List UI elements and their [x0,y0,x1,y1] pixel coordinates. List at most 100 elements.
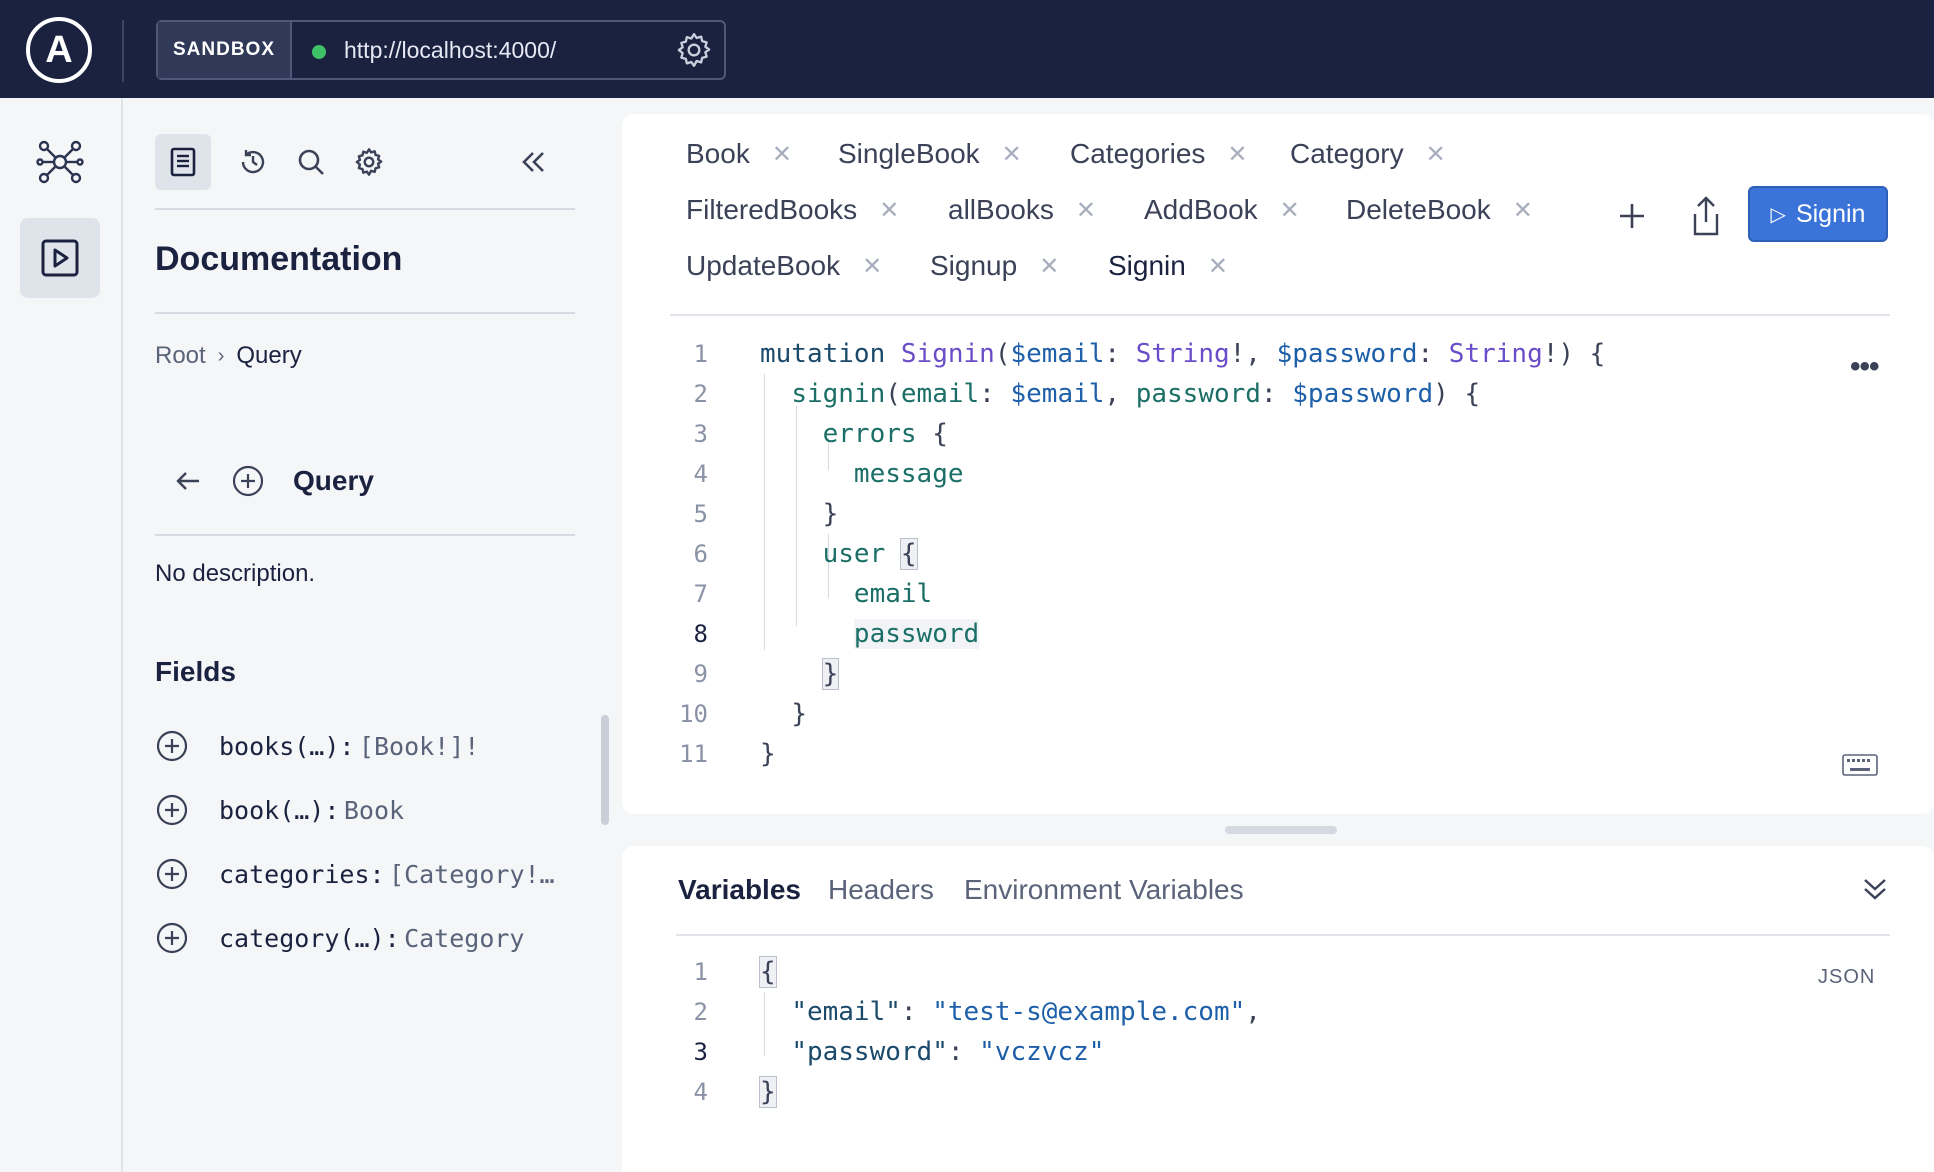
divider [670,314,1890,316]
close-icon[interactable]: ✕ [1039,252,1059,281]
sandbox-label: SANDBOX [158,22,292,78]
history-button[interactable] [225,134,281,190]
add-circle-icon[interactable] [155,793,189,827]
tab-headers[interactable]: Headers [828,874,934,906]
close-icon[interactable]: ✕ [879,196,899,225]
line-number: 1 [693,340,708,368]
close-icon[interactable]: ✕ [1426,140,1446,169]
field-type[interactable]: Book [344,796,404,825]
line-number: 9 [693,660,708,688]
breadcrumb-root[interactable]: Root [155,342,206,370]
field-item-books[interactable]: books(…): [Book!]! [155,726,575,766]
left-rail [0,98,123,1172]
collapse-panel-button[interactable] [505,134,561,190]
docs-toolbar [155,134,573,190]
tab-signup[interactable]: Signup ✕ [930,250,1059,282]
resize-handle[interactable] [1225,826,1337,834]
tab-allbooks[interactable]: allBooks ✕ [948,194,1096,226]
collapse-left-icon [522,152,544,172]
close-icon[interactable]: ✕ [1280,196,1300,225]
tab-deletebook[interactable]: DeleteBook ✕ [1346,194,1533,226]
close-icon[interactable]: ✕ [1208,252,1228,281]
variables-card: Variables Headers Environment Variables … [622,846,1934,1172]
tab-addbook[interactable]: AddBook ✕ [1144,194,1300,226]
settings-button[interactable] [341,134,397,190]
operation-editor-card: Book ✕ SingleBook ✕ Categories ✕ Category ✕ … [622,114,1934,814]
add-circle-icon[interactable] [155,857,189,891]
code-line: 2 "email": "test-s@example.com", [622,992,1934,1032]
close-icon[interactable]: ✕ [1227,140,1247,169]
chevron-double-down-icon[interactable] [1858,872,1892,906]
explorer-play-icon [41,239,79,277]
documentation-panel: Documentation Root › Query Query No desc… [125,98,622,1172]
code-line: 3 errors { [622,414,1934,454]
add-circle-icon[interactable] [155,729,189,763]
tab-label: SingleBook [838,138,980,169]
code-line: 5 } [622,494,1934,534]
field-item-book[interactable]: book(…): Book [155,790,575,830]
plus-icon[interactable] [1612,196,1652,236]
line-number: 3 [693,1038,708,1066]
add-circle-icon[interactable] [231,464,265,498]
explorer-button[interactable] [20,218,100,298]
tab-label: Signin [1108,250,1186,281]
tab-label: Signup [930,250,1018,281]
tab-singlebook[interactable]: SingleBook ✕ [838,138,1022,170]
divider [155,312,575,314]
docs-tab-button[interactable] [155,134,211,190]
close-icon[interactable]: ✕ [1513,196,1533,225]
code-line: 1 mutation Signin($email: String!, $passw… [622,334,1934,374]
tab-label: UpdateBook [686,250,841,281]
add-circle-icon[interactable] [155,921,189,955]
tab-updatebook[interactable]: UpdateBook ✕ [686,250,882,282]
field-name: categories: [219,859,385,889]
line-number: 3 [693,420,708,448]
tab-categories[interactable]: Categories ✕ [1070,138,1248,170]
field-item-categories[interactable]: categories: [Category!… [155,854,575,894]
code-line-current: 8 password [622,614,1934,654]
type-description: No description. [155,560,316,587]
field-type[interactable]: [Book!]! [359,732,479,761]
tab-category[interactable]: Category ✕ [1290,138,1446,170]
close-icon[interactable]: ✕ [1002,140,1022,169]
type-title: Query [293,465,374,496]
code-line: 1{ [622,952,1934,992]
gear-icon[interactable] [674,30,714,70]
tab-environment-variables[interactable]: Environment Variables [964,874,1244,906]
code-line: 6 user { [622,534,1934,574]
share-icon[interactable] [1686,194,1726,238]
json-key: "email" [791,997,901,1027]
docs-icon [170,147,196,177]
search-icon [298,149,324,175]
endpoint-url[interactable]: http://localhost:4000/ [344,37,556,64]
endpoint-box[interactable]: SANDBOX http://localhost:4000/ [156,20,726,80]
close-icon[interactable]: ✕ [862,252,882,281]
back-arrow-icon[interactable] [173,466,203,496]
search-button[interactable] [283,134,339,190]
tab-signin[interactable]: Signin ✕ [1108,250,1228,282]
settings-icon [355,148,383,176]
field-type[interactable]: Category [404,924,524,953]
run-operation-button[interactable]: ▷ Signin [1748,186,1888,242]
line-number: 2 [693,998,708,1026]
field-item-category[interactable]: category(…): Category [155,918,575,958]
more-icon[interactable]: ••• [1850,350,1879,384]
graph-icon[interactable] [36,138,84,186]
docs-title: Documentation [155,240,403,278]
line-number: 11 [679,740,708,768]
chevron-right-icon: › [217,344,225,367]
json-value: "vczvcz" [979,1037,1105,1067]
close-icon[interactable]: ✕ [1076,196,1096,225]
tab-variables[interactable]: Variables [678,874,801,906]
play-icon: ▷ [1770,203,1786,226]
json-key: "password" [791,1037,948,1067]
close-icon[interactable]: ✕ [772,140,792,169]
field-type[interactable]: [Category!… [389,860,555,889]
tab-filteredbooks[interactable]: FilteredBooks ✕ [686,194,899,226]
line-number: 8 [693,620,708,648]
scrollbar[interactable] [601,715,609,825]
tab-book[interactable]: Book ✕ [686,138,792,170]
tab-label: Categories [1070,138,1206,169]
keyboard-icon[interactable] [1842,754,1878,776]
logo-icon[interactable]: A [26,17,92,83]
